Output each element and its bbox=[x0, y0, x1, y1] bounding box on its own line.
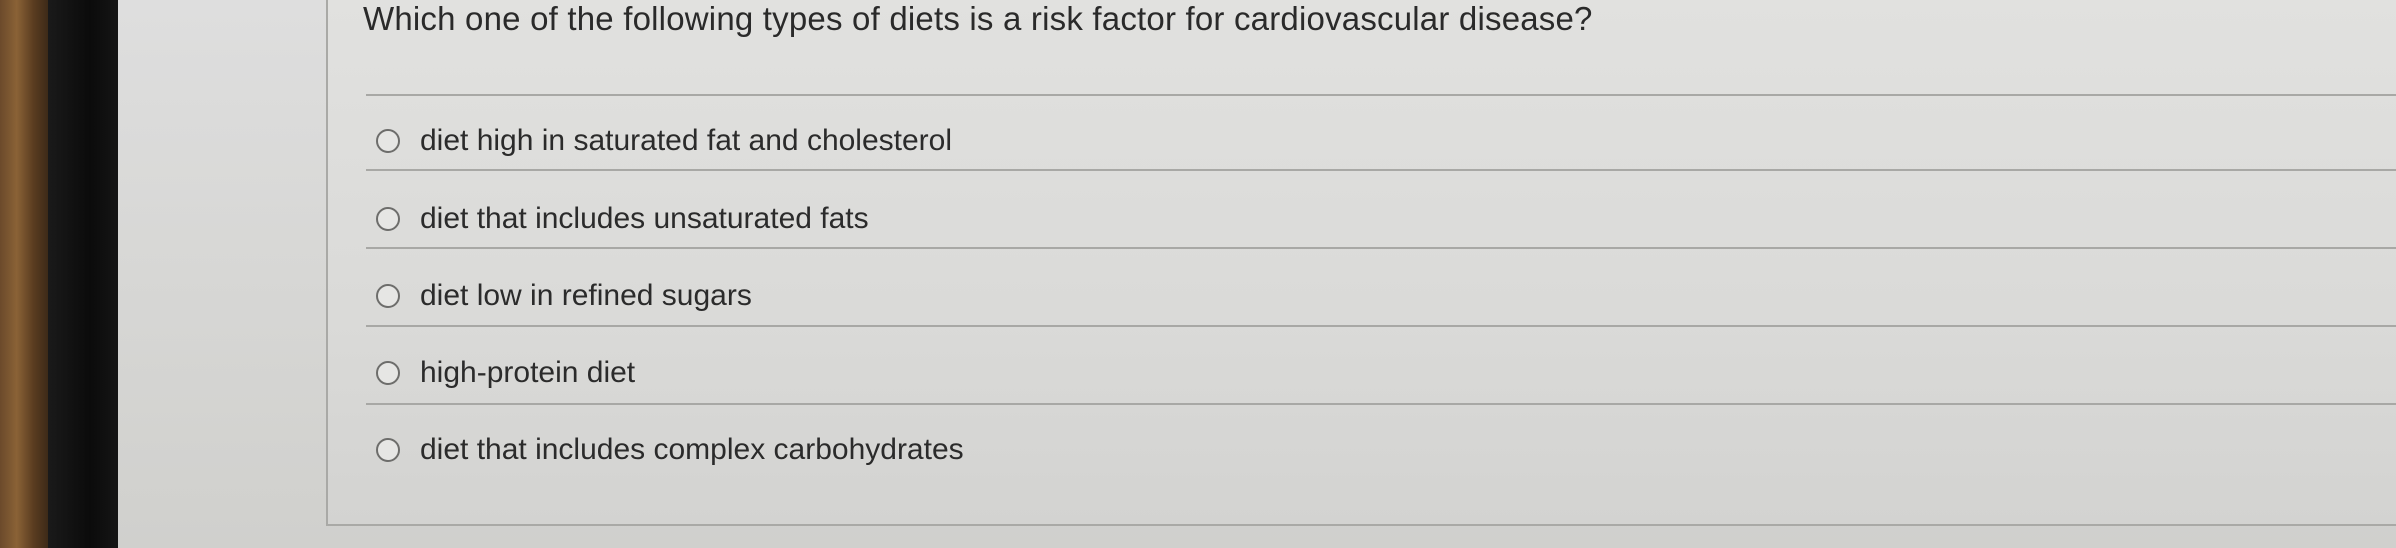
radio-button[interactable] bbox=[376, 284, 400, 308]
radio-button[interactable] bbox=[376, 207, 400, 231]
option-label[interactable]: diet that includes unsaturated fats bbox=[420, 202, 869, 236]
divider bbox=[366, 94, 2396, 96]
radio-button[interactable] bbox=[376, 438, 400, 462]
radio-button[interactable] bbox=[376, 129, 400, 153]
radio-button[interactable] bbox=[376, 361, 400, 385]
option-label[interactable]: diet low in refined sugars bbox=[420, 279, 752, 313]
divider bbox=[366, 169, 2396, 171]
divider bbox=[366, 403, 2396, 405]
answer-option[interactable]: high-protein diet bbox=[376, 351, 635, 395]
monitor-bezel bbox=[48, 0, 118, 548]
answer-option[interactable]: diet high in saturated fat and cholester… bbox=[376, 119, 952, 163]
divider bbox=[366, 247, 2396, 249]
option-label[interactable]: diet high in saturated fat and cholester… bbox=[420, 124, 952, 158]
answer-option[interactable]: diet low in refined sugars bbox=[376, 274, 752, 318]
option-label[interactable]: high-protein diet bbox=[420, 356, 635, 390]
answer-option[interactable]: diet that includes unsaturated fats bbox=[376, 197, 869, 241]
option-label[interactable]: diet that includes complex carbohydrates bbox=[420, 433, 964, 467]
divider bbox=[366, 325, 2396, 327]
question-text: Which one of the following types of diet… bbox=[363, 0, 1593, 37]
desk-edge bbox=[0, 0, 48, 548]
answer-option[interactable]: diet that includes complex carbohydrates bbox=[376, 428, 964, 472]
